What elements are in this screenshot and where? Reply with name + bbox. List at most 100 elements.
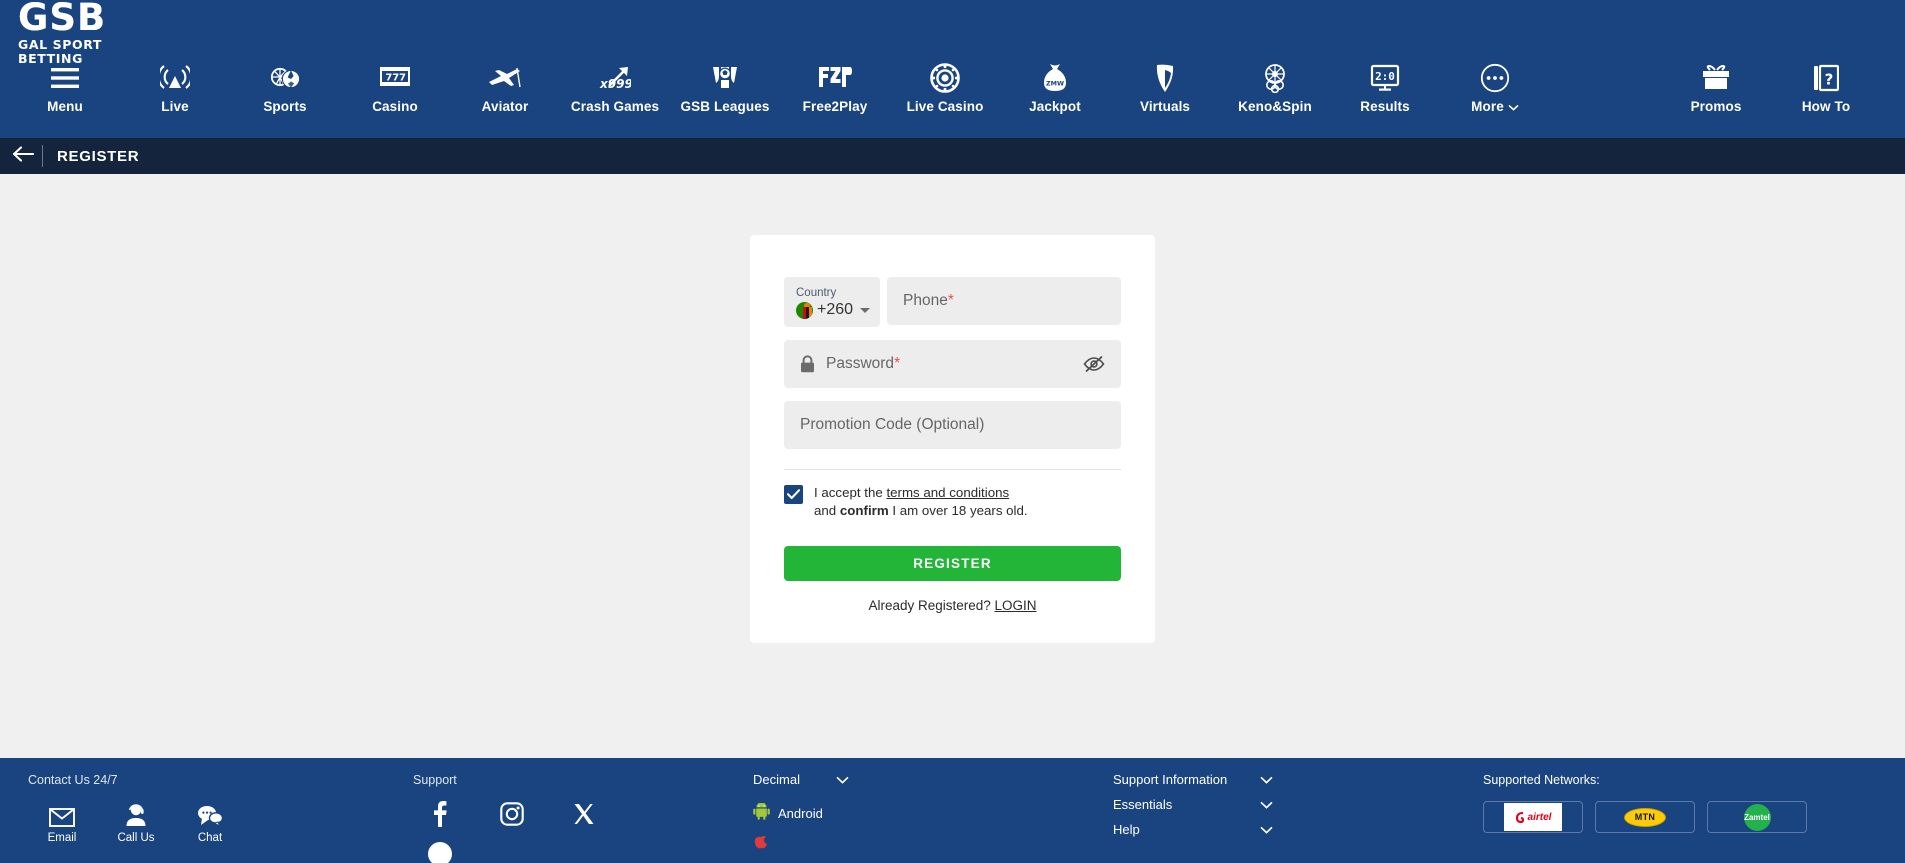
nav-item-results[interactable]: 2:0 Results [1330,62,1440,114]
app-link-ios[interactable] [753,834,1113,850]
footer-columns: Contact Us 24/7 Email Call Us Chat Suppo… [0,772,1905,863]
chat-bubbles-icon [197,801,223,827]
brand-logo[interactable]: GSB GAL SPORT BETTING [18,0,168,65]
nav-item-sports[interactable]: Sports [230,62,340,114]
login-link[interactable]: LOGIN [995,598,1037,613]
promotion-code-placeholder: Promotion Code (Optional) [800,416,985,433]
social-icons-row-2 [413,841,753,863]
country-value-row: +260 [796,301,872,319]
nav-item-aviator[interactable]: Aviator [450,62,560,114]
password-field[interactable]: Password * [784,340,1121,388]
nav-label: GSB Leagues [680,99,770,114]
contact-item-email[interactable]: Email [42,801,82,844]
nav-label: Virtuals [1139,99,1191,114]
footer-link-support-information[interactable]: Support Information [1113,772,1273,787]
ios-icon [753,834,769,850]
nav-label: Sports [263,99,307,114]
network-card-airtel[interactable]: airtel [1483,801,1583,833]
x-twitter-icon[interactable] [571,801,597,827]
site-footer: Contact Us 24/7 Email Call Us Chat Suppo… [0,758,1905,863]
page-title: REGISTER [57,147,140,165]
network-card-mtn[interactable]: MTN [1595,801,1695,833]
nav-item-live[interactable]: Live [120,62,230,114]
chevron-down-icon [1260,822,1273,837]
nav-item-menu[interactable]: Menu [10,62,120,114]
nav-items-right: Promos ? How To [1661,62,1905,114]
footer-link-label: Support Information [1113,772,1228,787]
nav-label: More [1471,99,1519,114]
nav-label: Keno&Spin [1238,99,1312,114]
promotion-code-field[interactable]: Promotion Code (Optional) [784,401,1121,449]
odds-format-selector[interactable]: Decimal [753,772,858,787]
app-link-android[interactable]: Android [753,802,1113,823]
nav-label: Crash Games [570,99,660,114]
live-broadcast-icon [160,62,190,94]
contact-item-chat[interactable]: Chat [190,801,230,844]
phone-field[interactable]: Phone * [887,277,1121,325]
country-code-selector[interactable]: Country +260 [784,277,880,327]
network-card-zamtel[interactable]: Zamtel [1707,801,1807,833]
arrow-left-icon [12,145,35,167]
svg-text:?: ? [1825,71,1834,89]
footer-link-help[interactable]: Help [1113,822,1273,837]
terms-and-conditions-link[interactable]: terms and conditions [886,485,1009,500]
sports-balls-icon [269,62,301,94]
back-button[interactable] [6,138,40,174]
terms-prefix: I accept the [814,485,887,500]
contact-label: Email [47,832,77,844]
networks-heading: Supported Networks: [1483,773,1600,787]
nav-item-how-to[interactable]: ? How To [1771,62,1881,114]
instagram-icon[interactable] [499,801,525,827]
svg-text:ZMW: ZMW [1046,80,1064,88]
facebook-icon[interactable] [427,801,453,827]
register-button[interactable]: REGISTER [784,546,1121,581]
register-page: GSB GAL SPORT BETTING Menu Live Sports 7… [0,0,1905,863]
contact-label: Chat [197,832,223,844]
svg-text:x999: x999 [599,77,631,91]
nav-item-promos[interactable]: Promos [1661,62,1771,114]
terms-line2-b: I am over 18 years old. [888,503,1028,518]
terms-confirm-word: confirm [839,503,889,518]
already-registered-row: Already Registered? LOGIN [784,598,1121,613]
airtel-label: airtel [1527,811,1552,823]
nav-label: Casino [372,99,418,114]
nav-item-keno-spin[interactable]: Keno&Spin [1220,62,1330,114]
gift-box-icon [1701,62,1731,94]
footer-social-column: Support [413,772,753,863]
eye-off-icon[interactable] [1083,355,1105,373]
nav-item-jackpot[interactable]: ZMW Jackpot [1000,62,1110,114]
android-icon [753,802,770,823]
odds-format-value: Decimal [753,772,800,787]
keno-wheel-icon [1260,62,1290,94]
nav-item-more[interactable]: More [1440,62,1550,114]
registration-card: Country +260 Phone * Password * Promotio… [750,235,1155,643]
main-content: Country +260 Phone * Password * Promotio… [0,174,1905,758]
required-asterisk: * [894,355,901,372]
nav-item-live-casino[interactable]: Live Casino [890,62,1000,114]
country-dial-code: +260 [817,301,854,318]
lock-icon [800,355,815,373]
footer-link-label: Essentials [1113,797,1173,812]
nav-item-gsb-leagues[interactable]: GSB Leagues [670,62,780,114]
nav-label: Free2Play [802,99,868,114]
chevron-down-icon [1260,772,1273,787]
nav-label: Promos [1690,99,1742,114]
mtn-label: MTN [1634,812,1656,822]
contact-items: Email Call Us Chat [28,801,413,844]
nav-item-virtuals[interactable]: Virtuals [1110,62,1220,114]
tiktok-icon[interactable] [427,841,453,863]
nav-item-casino[interactable]: 7 7 7 Casino [340,62,450,114]
footer-link-essentials[interactable]: Essentials [1113,797,1273,812]
terms-checkbox[interactable] [784,485,803,504]
nav-item-crash-games[interactable]: x999 Crash Games [560,62,670,114]
money-bag-zmw-icon: ZMW [1041,62,1069,94]
nav-item-free2play[interactable]: Free2Play [780,62,890,114]
password-placeholder: Password [826,355,895,372]
top-navigation-bar: GSB GAL SPORT BETTING Menu Live Sports 7… [0,0,1905,138]
footer-contact-column: Contact Us 24/7 Email Call Us Chat [28,772,413,863]
contact-item-call-us[interactable]: Call Us [116,801,156,844]
chevron-down-icon [1260,797,1273,812]
zambia-flag-icon [796,301,813,319]
airtel-logo: airtel [1504,803,1562,831]
social-icons-row [413,801,753,827]
